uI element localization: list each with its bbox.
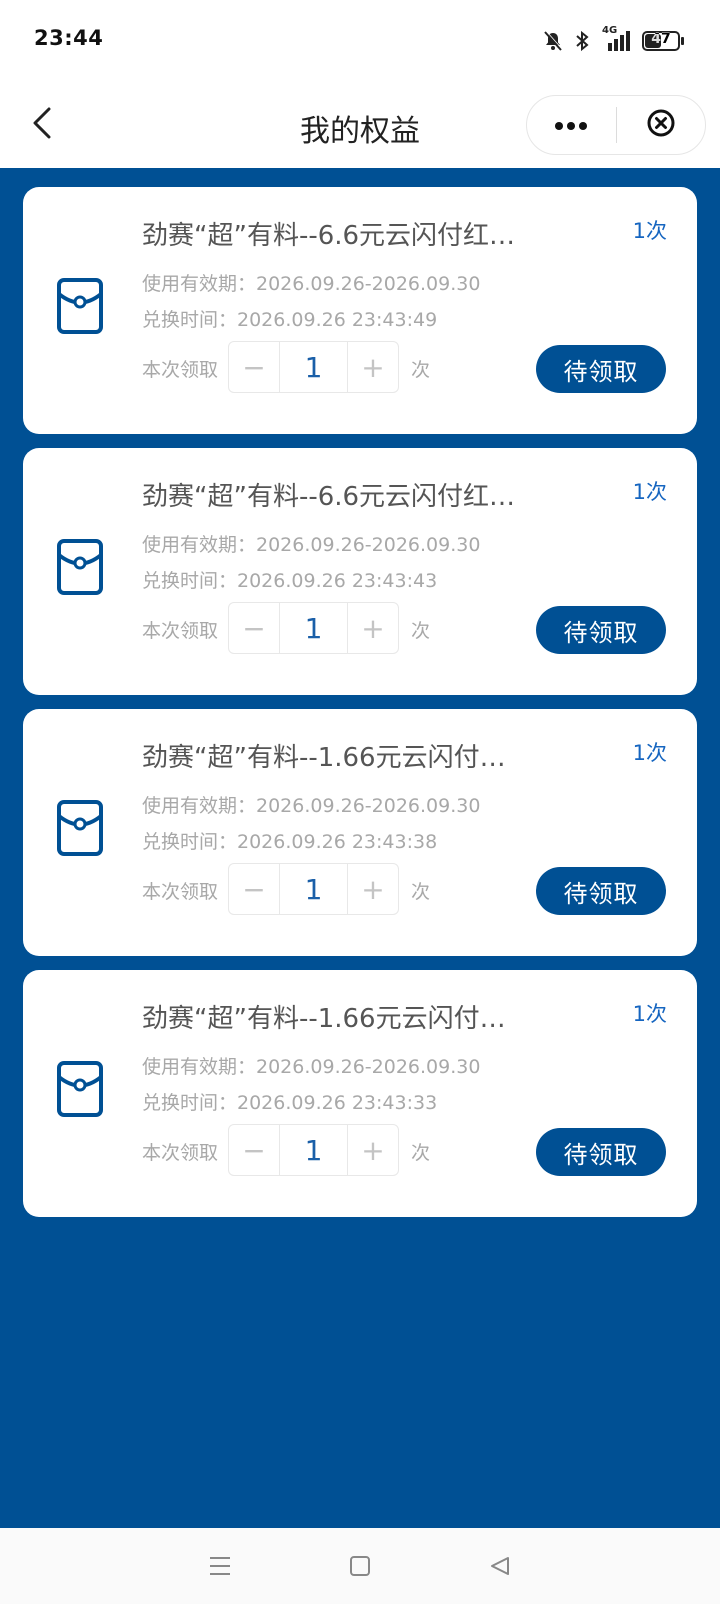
quantity-stepper: − 1 + xyxy=(228,1124,399,1176)
increment-button[interactable]: + xyxy=(348,1125,398,1175)
benefit-card: 劲赛“超”有料--1.66元云闪付… 1次 使用有效期：2026.09.26-2… xyxy=(23,970,697,1217)
home-square-icon[interactable] xyxy=(340,1546,380,1586)
claim-button[interactable]: 待领取 xyxy=(536,867,666,915)
more-dots-icon xyxy=(554,116,588,135)
menu-icon[interactable] xyxy=(200,1546,240,1586)
validity-period: 使用有效期：2026.09.26-2026.09.30 xyxy=(142,1056,481,1078)
benefit-count: 1次 xyxy=(632,1002,667,1026)
unit-label: 次 xyxy=(411,1142,431,1164)
decrement-button[interactable]: − xyxy=(229,603,279,653)
more-button[interactable] xyxy=(527,96,616,154)
benefit-title: 劲赛“超”有料--6.6元云闪付红… xyxy=(142,221,516,251)
unit-label: 次 xyxy=(411,620,431,642)
increment-button[interactable]: + xyxy=(348,603,398,653)
battery-text: 47 xyxy=(651,31,671,47)
exchange-time: 兑换时间：2026.09.26 23:43:38 xyxy=(142,831,438,853)
battery-icon: 47 xyxy=(642,31,684,51)
quantity-value[interactable]: 1 xyxy=(279,342,348,392)
benefit-card: 劲赛“超”有料--6.6元云闪付红… 1次 使用有效期：2026.09.26-2… xyxy=(23,448,697,695)
benefit-count: 1次 xyxy=(632,741,667,765)
benefit-count: 1次 xyxy=(632,480,667,504)
validity-period: 使用有效期：2026.09.26-2026.09.30 xyxy=(142,534,481,556)
benefits-list: 劲赛“超”有料--6.6元云闪付红… 1次 使用有效期：2026.09.26-2… xyxy=(0,168,720,1528)
unit-label: 次 xyxy=(411,359,431,381)
unit-label: 次 xyxy=(411,881,431,903)
status-time: 23:44 xyxy=(34,26,104,50)
exchange-time: 兑换时间：2026.09.26 23:43:33 xyxy=(142,1092,438,1114)
bluetooth-icon xyxy=(574,30,590,52)
red-envelope-icon xyxy=(56,538,104,596)
decrement-button[interactable]: − xyxy=(229,342,279,392)
system-nav-bar xyxy=(0,1528,720,1604)
validity-period: 使用有效期：2026.09.26-2026.09.30 xyxy=(142,273,481,295)
network-type: 4G xyxy=(602,25,618,36)
claim-button[interactable]: 待领取 xyxy=(536,345,666,393)
quantity-stepper: − 1 + xyxy=(228,341,399,393)
claim-label: 本次领取 xyxy=(142,1142,219,1164)
claim-button[interactable]: 待领取 xyxy=(536,1128,666,1176)
increment-button[interactable]: + xyxy=(348,864,398,914)
back-triangle-icon[interactable] xyxy=(480,1546,520,1586)
red-envelope-icon xyxy=(56,799,104,857)
mute-bell-icon xyxy=(542,30,564,52)
quantity-stepper: − 1 + xyxy=(228,863,399,915)
quantity-value[interactable]: 1 xyxy=(279,864,348,914)
decrement-button[interactable]: − xyxy=(229,1125,279,1175)
nav-bar: 我的权益 xyxy=(0,82,720,168)
status-bar: 23:44 4G 47 xyxy=(0,0,720,82)
quantity-stepper: − 1 + xyxy=(228,602,399,654)
quantity-value[interactable]: 1 xyxy=(279,603,348,653)
battery-cap xyxy=(681,37,684,45)
close-button[interactable] xyxy=(617,96,706,154)
quantity-value[interactable]: 1 xyxy=(279,1125,348,1175)
benefit-title: 劲赛“超”有料--1.66元云闪付… xyxy=(142,743,506,773)
mini-program-capsule xyxy=(526,95,706,155)
exchange-time: 兑换时间：2026.09.26 23:43:43 xyxy=(142,570,438,592)
validity-period: 使用有效期：2026.09.26-2026.09.30 xyxy=(142,795,481,817)
claim-label: 本次领取 xyxy=(142,881,219,903)
benefit-card: 劲赛“超”有料--6.6元云闪付红… 1次 使用有效期：2026.09.26-2… xyxy=(23,187,697,434)
claim-button[interactable]: 待领取 xyxy=(536,606,666,654)
close-circle-icon xyxy=(646,108,676,142)
benefit-count: 1次 xyxy=(632,219,667,243)
claim-label: 本次领取 xyxy=(142,359,219,381)
exchange-time: 兑换时间：2026.09.26 23:43:49 xyxy=(142,309,438,331)
benefit-title: 劲赛“超”有料--6.6元云闪付红… xyxy=(142,482,516,512)
status-icons: 4G 47 xyxy=(542,25,684,56)
red-envelope-icon xyxy=(56,277,104,335)
red-envelope-icon xyxy=(56,1060,104,1118)
decrement-button[interactable]: − xyxy=(229,864,279,914)
benefit-title: 劲赛“超”有料--1.66元云闪付… xyxy=(142,1004,506,1034)
benefit-card: 劲赛“超”有料--1.66元云闪付… 1次 使用有效期：2026.09.26-2… xyxy=(23,709,697,956)
increment-button[interactable]: + xyxy=(348,342,398,392)
claim-label: 本次领取 xyxy=(142,620,219,642)
signal-icon: 4G xyxy=(600,25,632,53)
